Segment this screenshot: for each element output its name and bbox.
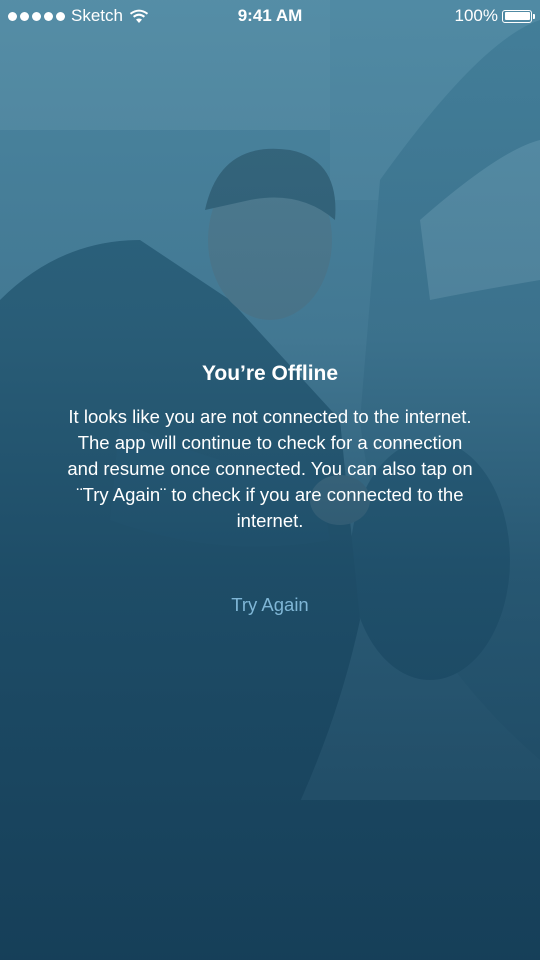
battery-icon (502, 9, 535, 23)
status-bar: Sketch 9:41 AM 100% (0, 0, 540, 32)
offline-screen: Sketch 9:41 AM 100% You’re Offline It lo… (0, 0, 540, 960)
offline-title: You’re Offline (201, 362, 339, 385)
offline-message: It looks like you are not connected to t… (67, 406, 473, 531)
status-right: 100% (454, 6, 535, 26)
battery-percentage: 100% (454, 6, 498, 25)
offline-message-panel: You’re Offline It looks like you are not… (30, 358, 510, 534)
try-again-button[interactable]: Try Again (0, 594, 540, 616)
